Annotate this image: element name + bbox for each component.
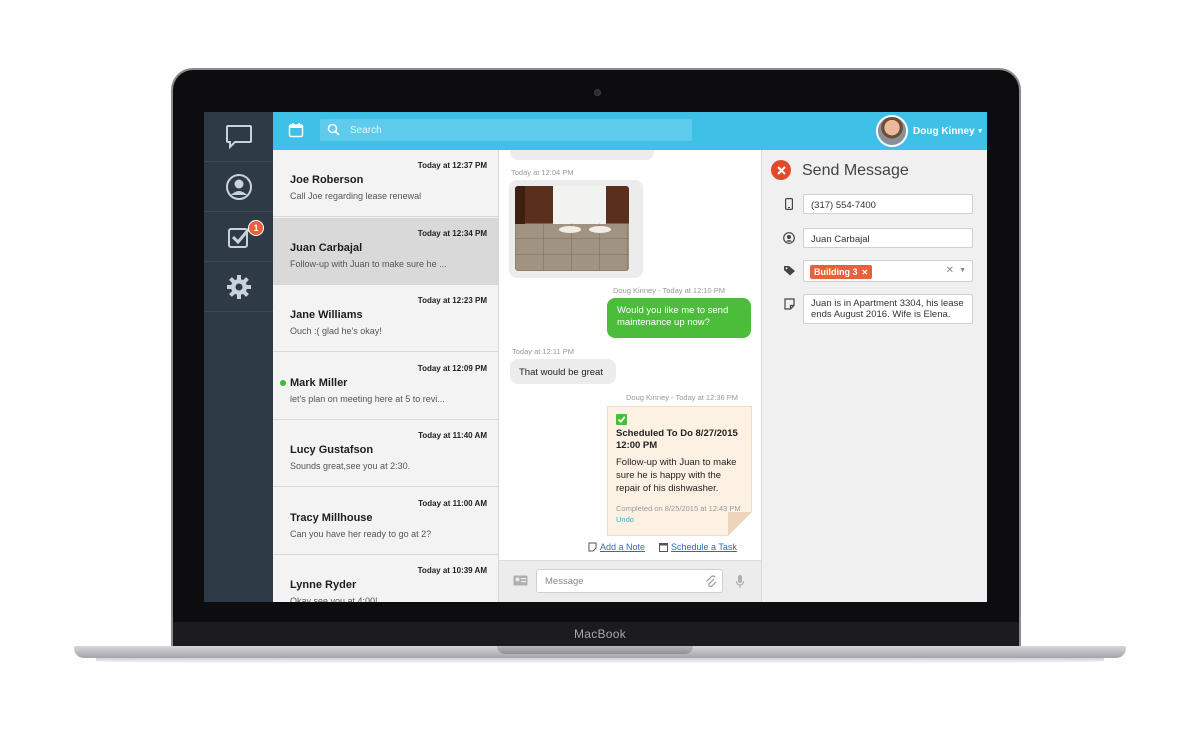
- user-menu[interactable]: Doug Kinney ▼: [876, 114, 984, 148]
- contact-card-icon[interactable]: [513, 575, 528, 586]
- mobile-phone-icon: [785, 198, 793, 210]
- laptop-shadow: [96, 658, 1104, 664]
- message-placeholder: Message: [545, 576, 584, 587]
- user-circle-icon: [783, 232, 795, 244]
- search-input[interactable]: Search: [320, 119, 692, 141]
- undo-link[interactable]: Undo: [616, 515, 634, 524]
- task-completed: Completed on 8/25/2015 at 12:43 PM Undo: [616, 503, 743, 525]
- message-bubble-incoming: That would be great: [510, 359, 616, 384]
- conversation-item[interactable]: Today at 12:37 PM Joe Roberson Call Joe re…: [273, 150, 498, 217]
- conversation-preview: Okay see you at 4:00!: [290, 596, 378, 602]
- phone-field[interactable]: (317) 554-7400: [803, 194, 973, 214]
- conversation-name: Jane Williams: [290, 309, 363, 321]
- chevron-down-icon: ▼: [976, 127, 984, 135]
- user-circle-icon: [225, 173, 252, 200]
- rail-item-messages[interactable]: [204, 112, 273, 162]
- conversation-item[interactable]: Today at 11:00 AM Tracy Millhouse Can you …: [273, 487, 498, 555]
- conversation-preview: Ouch :( glad he's okay!: [290, 326, 382, 336]
- clear-icon[interactable]: ✕: [946, 265, 954, 276]
- conversation-time: Today at 12:34 PM: [417, 228, 487, 238]
- add-note-label: Add a Note: [600, 542, 646, 552]
- microphone-icon[interactable]: [735, 574, 745, 589]
- chevron-down-icon[interactable]: ▼: [959, 267, 966, 274]
- task-completed-text: Completed on 8/25/2015 at 12:43 PM: [616, 504, 741, 513]
- camera-icon: [594, 89, 601, 96]
- search-placeholder: Search: [350, 125, 382, 136]
- conversation-preview: Call Joe regarding lease renewal: [290, 191, 422, 201]
- message-photo[interactable]: [515, 186, 629, 271]
- schedule-task-link[interactable]: Schedule a Task: [659, 542, 737, 552]
- message-input[interactable]: Message: [536, 569, 723, 593]
- tasks-badge: 1: [248, 220, 264, 236]
- tag-icon: [784, 266, 795, 276]
- conversation-time: Today at 12:23 PM: [417, 296, 487, 305]
- message-timestamp: Doug Kinney - Today at 12:10 PM: [613, 286, 726, 295]
- rail-item-settings[interactable]: [204, 262, 273, 312]
- task-card: Scheduled To Do 8/27/2015 12:00 PM Follo…: [607, 406, 752, 536]
- chat-thread: Today at 12:04 PM Doug Kinney - Today at…: [499, 150, 761, 602]
- panel-title: Send Message: [802, 162, 909, 179]
- conversation-item[interactable]: Today at 12:34 PM Juan Carbajal Follow-up …: [273, 217, 498, 285]
- conversation-name: Juan Carbajal: [290, 241, 363, 254]
- task-title: Scheduled To Do 8/27/2015 12:00 PM: [616, 428, 738, 451]
- conversation-time: Today at 12:09 PM: [417, 363, 487, 373]
- user-name: Doug Kinney: [913, 125, 975, 137]
- schedule-task-label: Schedule a Task: [671, 542, 737, 552]
- search-icon: [327, 123, 340, 136]
- conversation-item[interactable]: Today at 12:09 PM Mark Miller let's plan o…: [273, 352, 498, 420]
- conversation-time: Today at 11:00 AM: [418, 498, 487, 508]
- nav-rail: 1: [204, 112, 273, 602]
- note-icon: [588, 542, 597, 552]
- conversation-list: Today at 12:37 PM Joe Roberson Call Joe re…: [273, 150, 499, 602]
- message-timestamp: Doug Kinney - Today at 12:36 PM: [626, 393, 739, 402]
- note-field[interactable]: Juan is in Apartment 3304, his lease end…: [803, 294, 973, 324]
- message-bubble-outgoing: Would you like me to send maintenance up…: [607, 298, 751, 338]
- conversation-name: Joe Roberson: [290, 174, 364, 186]
- calendar-icon: [659, 543, 668, 552]
- conversation-time: Today at 11:40 AM: [418, 431, 487, 440]
- online-status-icon: [280, 379, 286, 386]
- remove-tag-icon[interactable]: ✕: [862, 268, 869, 277]
- conversation-name: Lynne Ryder: [290, 579, 357, 591]
- laptop-notch: [497, 646, 693, 654]
- check-icon: [616, 414, 627, 425]
- avatar: [876, 115, 908, 147]
- contact-field[interactable]: Juan Carbajal: [803, 228, 973, 248]
- message-timestamp: Today at 12:11 PM: [512, 347, 574, 356]
- gear-icon: [226, 274, 251, 299]
- message-bubble-incoming: [510, 150, 654, 160]
- page-fold: [728, 512, 752, 536]
- rail-item-contacts[interactable]: [204, 162, 273, 212]
- conversation-preview: Sounds great,see you at 2:30.: [290, 461, 411, 471]
- conversation-name: Tracy Millhouse: [290, 511, 373, 524]
- top-bar: Search Doug Kinney ▼: [273, 112, 987, 150]
- conversation-name: Lucy Gustafson: [290, 444, 374, 456]
- app-screen: 1 Search Doug Kinney ▼ Today at 12:37 PM…: [204, 112, 987, 602]
- message-timestamp: Today at 12:04 PM: [511, 168, 574, 177]
- task-body: Follow-up with Juan to make sure he is h…: [616, 457, 737, 494]
- add-note-link[interactable]: Add a Note: [588, 542, 645, 552]
- paperclip-icon[interactable]: [705, 575, 717, 588]
- rail-item-tasks[interactable]: 1: [204, 212, 273, 262]
- conversation-preview: Follow-up with Juan to make sure he ...: [290, 258, 447, 269]
- conversation-item[interactable]: Today at 10:39 AM Lynne Ryder Okay see you…: [273, 555, 498, 602]
- conversation-item[interactable]: Today at 12:23 PM Jane Williams Ouch :( gl…: [273, 285, 498, 352]
- conversation-time: Today at 10:39 AM: [417, 566, 487, 575]
- tag-select[interactable]: Building 3 ✕ ✕ ▼: [803, 260, 973, 282]
- note-icon: [784, 298, 795, 310]
- close-button[interactable]: [771, 160, 791, 180]
- conversation-item[interactable]: Today at 11:40 AM Lucy Gustafson Sounds gr…: [273, 420, 498, 487]
- tag-chip: Building 3 ✕: [810, 265, 873, 279]
- tag-label: Building 3: [814, 267, 858, 277]
- close-icon: [776, 165, 786, 175]
- message-composer: Message: [499, 560, 761, 602]
- conversation-name: Mark Miller: [290, 376, 348, 389]
- calendar-icon[interactable]: [288, 122, 304, 138]
- conversation-preview: Can you have her ready to go at 2?: [290, 528, 432, 539]
- send-message-panel: Send Message (317) 554-7400 Juan Carbaja…: [761, 150, 987, 602]
- conversation-time: Today at 12:37 PM: [417, 161, 487, 170]
- chat-bubble-icon: [225, 124, 252, 149]
- laptop-brand-label: MacBook: [573, 627, 627, 641]
- conversation-preview: let's plan on meeting here at 5 to revi.…: [290, 393, 445, 404]
